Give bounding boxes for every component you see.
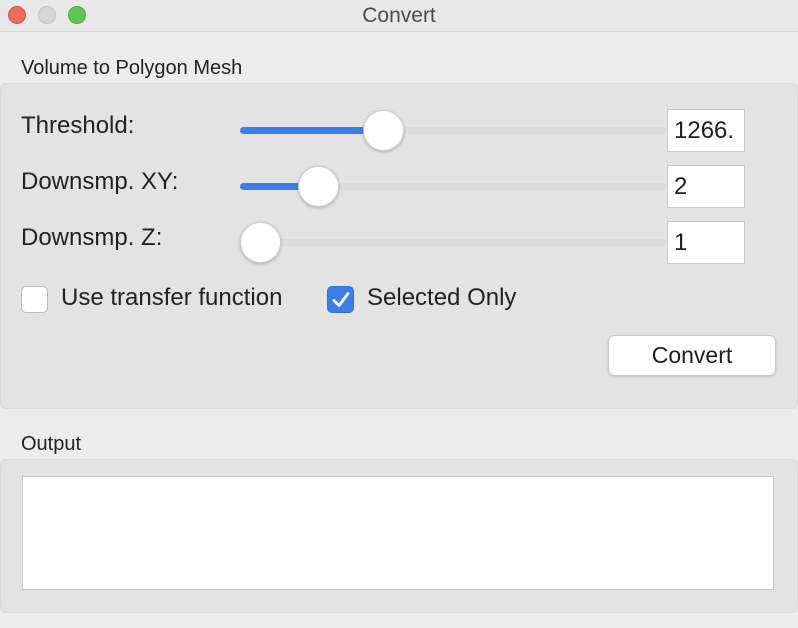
window-title: Convert (362, 4, 436, 27)
downsample-xy-label: Downsmp. XY: (21, 168, 179, 195)
output-text-area[interactable] (22, 476, 774, 590)
downsample-z-slider[interactable] (240, 222, 666, 263)
selected-only-label: Selected Only (367, 284, 517, 311)
use-transfer-function-label: Use transfer function (61, 284, 283, 311)
convert-button[interactable]: Convert (608, 335, 776, 376)
threshold-field[interactable] (667, 109, 745, 152)
threshold-slider[interactable] (240, 110, 666, 151)
title-bar: Convert (0, 0, 798, 32)
use-transfer-function-checkbox[interactable] (21, 286, 48, 313)
slider-fill (240, 127, 384, 134)
volume-group-title: Volume to Polygon Mesh (21, 57, 243, 79)
output-group-title: Output (21, 433, 82, 455)
slider-knob[interactable] (363, 110, 405, 151)
checkmark-icon (332, 292, 350, 307)
downsample-z-label: Downsmp. Z: (21, 224, 163, 251)
slider-track (240, 239, 666, 246)
downsample-xy-field[interactable] (667, 165, 745, 208)
selected-only-checkbox[interactable] (327, 286, 354, 313)
slider-knob[interactable] (297, 166, 339, 207)
downsample-xy-slider[interactable] (240, 166, 666, 207)
slider-knob[interactable] (240, 222, 281, 263)
threshold-label: Threshold: (21, 112, 135, 139)
downsample-z-field[interactable] (667, 221, 745, 264)
